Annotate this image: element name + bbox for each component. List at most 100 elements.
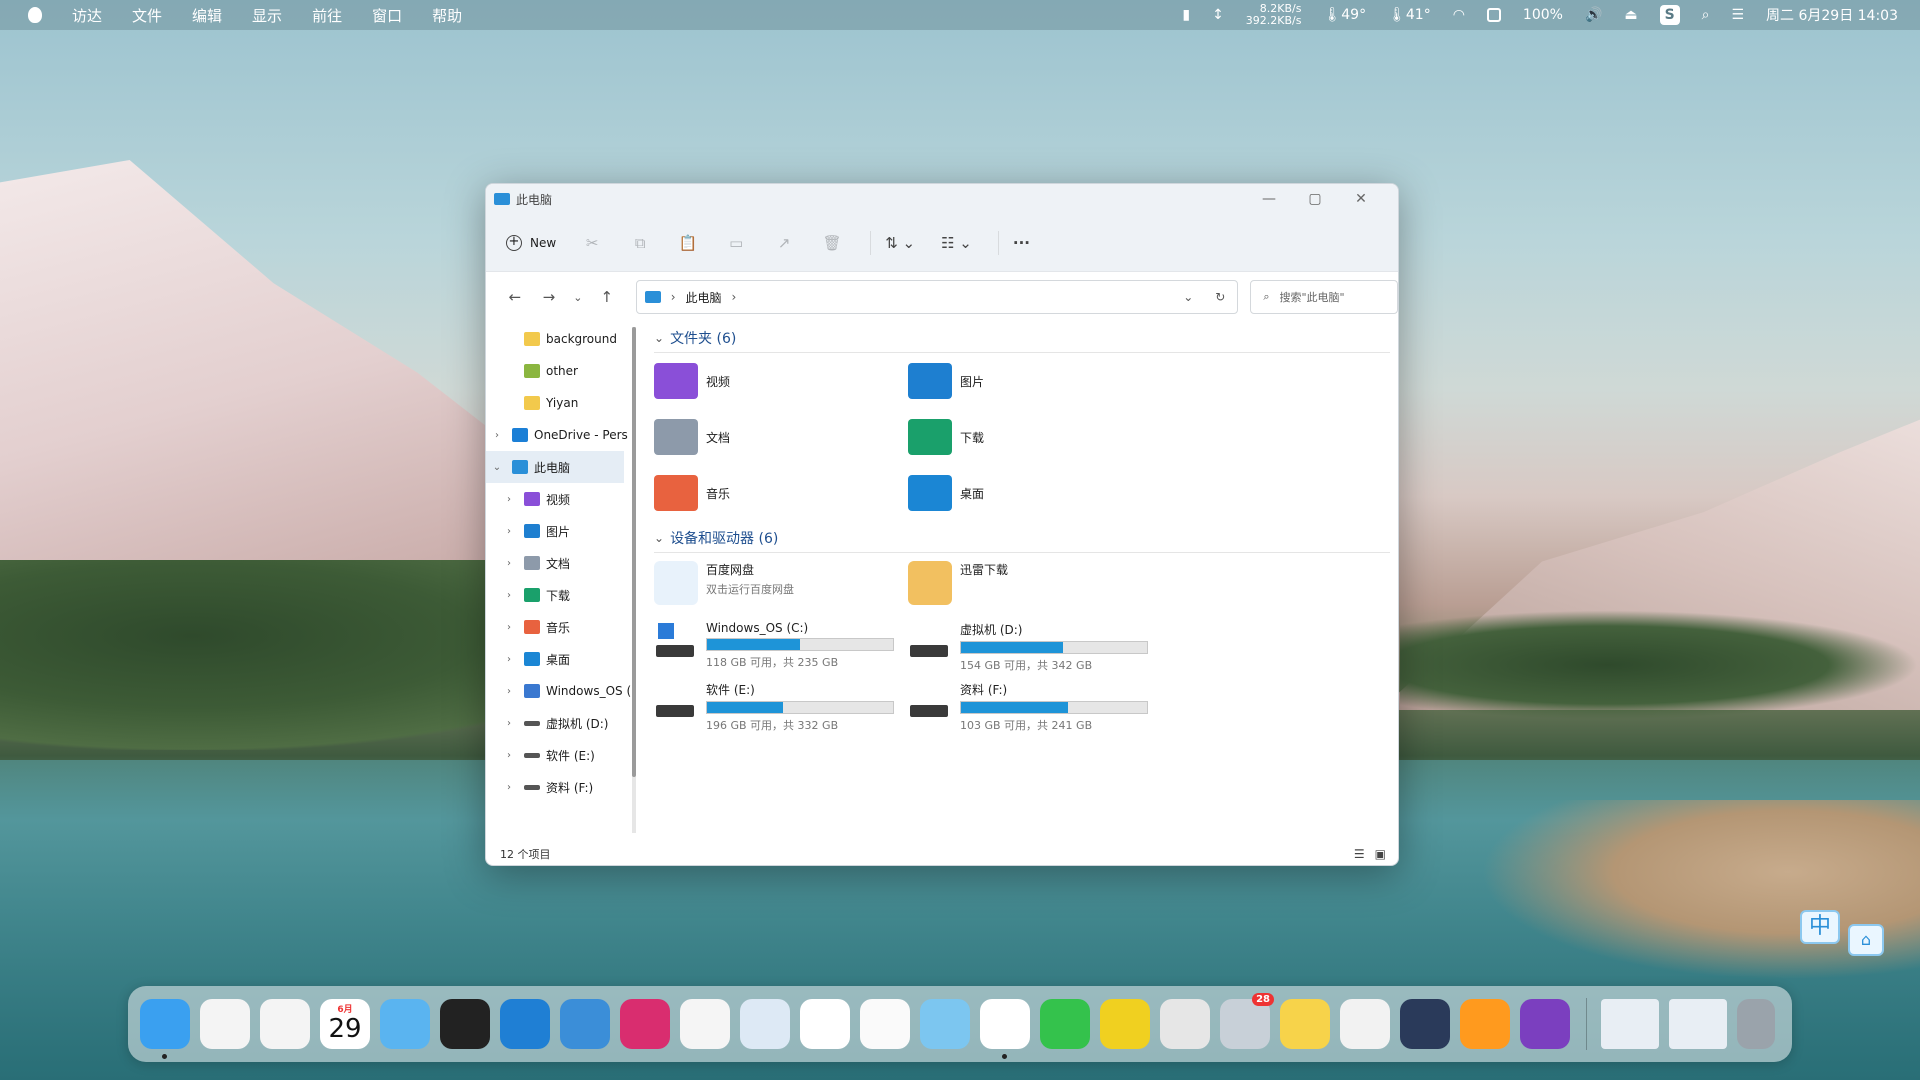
- menu-view[interactable]: 显示: [252, 5, 282, 26]
- clock[interactable]: 周二 6月29日 14:03: [1766, 5, 1898, 25]
- launchpad-icon[interactable]: [200, 999, 250, 1049]
- finder-icon[interactable]: [140, 999, 190, 1059]
- gpu-temp[interactable]: 🌡41°: [1388, 7, 1431, 23]
- menu-edit[interactable]: 编辑: [192, 5, 222, 26]
- rename-icon[interactable]: ▭: [726, 233, 746, 253]
- more-options-icon[interactable]: ···: [1013, 234, 1030, 252]
- sidebar-item[interactable]: background: [486, 323, 636, 355]
- share-icon[interactable]: ↗: [774, 233, 794, 253]
- volume-icon[interactable]: 🔊: [1585, 7, 1602, 23]
- minimize-button[interactable]: —: [1246, 184, 1292, 214]
- details-view-icon[interactable]: ☰: [1354, 847, 1365, 861]
- cat-icon[interactable]: [1400, 999, 1450, 1049]
- address-bar[interactable]: › 此电脑 › ⌄ ↻: [635, 280, 1239, 314]
- sidebar-item[interactable]: › 资料 (F:): [486, 771, 636, 803]
- folder-videos[interactable]: 视频: [654, 359, 908, 403]
- baidu-netdisk-item[interactable]: 百度网盘 双击运行百度网盘: [654, 561, 908, 613]
- close-button[interactable]: ✕: [1338, 184, 1384, 214]
- folder-icon[interactable]: [380, 999, 430, 1049]
- drive-item[interactable]: 资料 (F:) 103 GB 可用，共 241 GB: [908, 681, 1162, 733]
- expand-chevron-icon[interactable]: ›: [504, 590, 514, 601]
- trash-icon[interactable]: [1737, 999, 1775, 1049]
- menu-file[interactable]: 文件: [132, 5, 162, 26]
- new-button[interactable]: + New: [506, 234, 556, 251]
- xcode-like-icon[interactable]: [560, 999, 610, 1049]
- folder-documents[interactable]: 文档: [654, 415, 908, 459]
- breadcrumb-chevron-icon[interactable]: ›: [732, 290, 737, 304]
- display-icon[interactable]: [1486, 8, 1501, 22]
- address-dropdown-icon[interactable]: ⌄: [1183, 290, 1193, 304]
- rss-icon[interactable]: [920, 999, 970, 1049]
- apple-icon[interactable]: [28, 7, 42, 23]
- pdf-expert-icon[interactable]: [1100, 999, 1150, 1049]
- folder-desktop[interactable]: 桌面: [908, 471, 1162, 515]
- drive-item[interactable]: 虚拟机 (D:) 154 GB 可用，共 342 GB: [908, 621, 1162, 673]
- qqmusic-icon[interactable]: [1280, 999, 1330, 1049]
- chrome-icon[interactable]: [980, 999, 1030, 1059]
- maximize-button[interactable]: ▢: [1292, 184, 1338, 214]
- forward-button[interactable]: →: [532, 288, 566, 306]
- pycharm-like-icon[interactable]: [740, 999, 790, 1049]
- ime-skin-icon[interactable]: ⌂: [1848, 924, 1884, 956]
- vscode-icon[interactable]: [500, 999, 550, 1049]
- paste-icon[interactable]: 📋: [678, 233, 698, 253]
- view-button[interactable]: ☷ ⌄: [941, 234, 972, 252]
- expand-chevron-icon[interactable]: ›: [504, 686, 514, 697]
- sidebar-item[interactable]: ⌄ 此电脑: [486, 451, 624, 483]
- drive-item[interactable]: 软件 (E:) 196 GB 可用，共 332 GB: [654, 681, 908, 733]
- sidebar-item[interactable]: › 虚拟机 (D:): [486, 707, 636, 739]
- breadcrumb-chevron-icon[interactable]: ›: [671, 290, 676, 304]
- expand-chevron-icon[interactable]: ›: [504, 718, 514, 729]
- title-bar[interactable]: 此电脑 — ▢ ✕: [486, 184, 1398, 214]
- qq-icon[interactable]: [680, 999, 730, 1049]
- breadcrumb-this-pc[interactable]: 此电脑: [686, 289, 722, 306]
- menu-window[interactable]: 窗口: [372, 5, 402, 26]
- onenote-icon[interactable]: [1520, 999, 1570, 1049]
- search-box[interactable]: ⌕ 搜索"此电脑": [1250, 280, 1398, 314]
- delete-icon[interactable]: 🗑: [822, 233, 842, 253]
- expand-chevron-icon[interactable]: ›: [504, 526, 514, 537]
- expand-chevron-icon[interactable]: ›: [504, 558, 514, 569]
- eject-icon[interactable]: ⏏: [1624, 7, 1637, 23]
- network-speed[interactable]: 8.2KB/s 392.2KB/s: [1246, 3, 1302, 27]
- sidebar-item[interactable]: Yiyan: [486, 387, 636, 419]
- sort-button[interactable]: ⇅ ⌄: [885, 234, 915, 252]
- sidebar-item[interactable]: › 视频: [486, 483, 636, 515]
- folder-pictures[interactable]: 图片: [908, 359, 1162, 403]
- sidebar-item[interactable]: › 下载: [486, 579, 636, 611]
- expand-chevron-icon[interactable]: ›: [504, 782, 514, 793]
- wechat-icon[interactable]: [1040, 999, 1090, 1049]
- input-method-icon[interactable]: S: [1659, 5, 1680, 25]
- sidebar-item[interactable]: › 图片: [486, 515, 636, 547]
- ime-chinese-indicator[interactable]: 中: [1800, 910, 1840, 944]
- expand-chevron-icon[interactable]: ›: [504, 622, 514, 633]
- battery-percent[interactable]: 100%: [1523, 7, 1563, 23]
- menu-help[interactable]: 帮助: [432, 5, 462, 26]
- search-icon[interactable]: [1460, 999, 1510, 1049]
- intellij-icon[interactable]: [620, 999, 670, 1049]
- expand-chevron-icon[interactable]: ›: [504, 750, 514, 761]
- menu-finder[interactable]: 访达: [72, 5, 102, 26]
- wifi-icon[interactable]: ◠: [1453, 7, 1465, 23]
- copy-icon[interactable]: ⧉: [630, 233, 650, 253]
- refresh-icon[interactable]: ↻: [1215, 290, 1225, 304]
- clock-icon[interactable]: [440, 999, 490, 1049]
- office-icon[interactable]: [1340, 999, 1390, 1049]
- sidebar-item[interactable]: other: [486, 355, 636, 387]
- xmind-icon[interactable]: [260, 999, 310, 1049]
- expand-chevron-icon[interactable]: ›: [504, 654, 514, 665]
- window-thumbnail[interactable]: [1601, 999, 1659, 1049]
- recent-locations-button[interactable]: ⌄: [566, 291, 590, 304]
- baidu-netdisk-icon[interactable]: [800, 999, 850, 1049]
- sidebar-item[interactable]: › Windows_OS (: [486, 675, 636, 707]
- window-thumbnail[interactable]: [1669, 999, 1727, 1049]
- sidebar-item[interactable]: › 音乐: [486, 611, 636, 643]
- control-center-icon[interactable]: ☰: [1731, 7, 1744, 23]
- cpu-temp[interactable]: 🌡49°: [1323, 7, 1366, 23]
- back-button[interactable]: ←: [498, 288, 532, 306]
- cloud-icon[interactable]: 28: [1220, 993, 1274, 1049]
- folder-music[interactable]: 音乐: [654, 471, 908, 515]
- tiles-view-icon[interactable]: ▣: [1375, 847, 1386, 861]
- calendar-icon[interactable]: 6月 29: [320, 999, 370, 1049]
- sidebar-item[interactable]: › OneDrive - Pers: [486, 419, 636, 451]
